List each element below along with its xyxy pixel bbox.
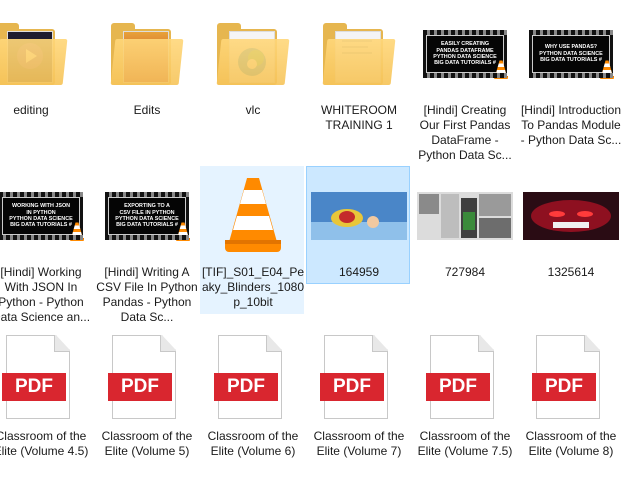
vlc-cone-icon [600,60,614,79]
folder-edits[interactable]: Edits [94,4,198,152]
image-file-item[interactable]: 164959 [306,166,410,284]
video-thumbnail: EASILY CREATING PANDAS DATAFRAME PYTHON … [415,7,515,101]
pdf-icon: PDF [97,333,197,425]
folder-icon [97,7,197,101]
item-label: editing [13,103,49,117]
image-thumbnail [309,169,409,263]
pdf-badge: PDF [2,373,66,401]
item-label: [Hindi] Writing A CSV File In Python Pan… [96,265,198,324]
thumb-text: BIG DATA TUTORIALS # [10,222,72,229]
item-label: 727984 [444,265,486,279]
folder-editing[interactable]: editing [0,4,82,152]
pdf-file-item[interactable]: PDF Classroom of the Elite (Volume 8) [518,330,622,478]
folder-icon [203,7,303,101]
item-label: WHITEROOM TRAINING 1 [321,103,397,132]
item-label: Classroom of the Elite (Volume 5) [101,429,193,458]
vlc-cone-icon [494,60,508,79]
video-thumbnail: EXPORTING TO A CSV FILE IN PYTHON PYTHON… [97,169,197,263]
vlc-cone-icon [203,169,303,263]
thumb-text: BIG DATA TUTORIALS # [116,222,178,229]
vlc-cone-icon [176,222,190,241]
video-file-item[interactable]: WHY USE PANDAS? PYTHON DATA SCIENCE BIG … [518,4,622,152]
image-file-item[interactable]: 727984 [412,166,516,284]
pdf-badge: PDF [532,373,596,401]
folder-whiteroom[interactable]: WHITEROOM TRAINING 1 [306,4,410,152]
pdf-file-item[interactable]: PDF Classroom of the Elite (Volume 7.5) [412,330,516,478]
pdf-file-item[interactable]: PDF Classroom of the Elite (Volume 5) [94,330,198,478]
folder-icon [0,7,81,101]
pdf-file-item[interactable]: PDF Classroom of the Elite (Volume 7) [306,330,410,478]
item-label: Classroom of the Elite (Volume 8) [525,429,617,458]
item-label: Classroom of the Elite (Volume 4.5) [0,429,89,458]
image-thumbnail [521,169,621,263]
pdf-file-item[interactable]: PDF Classroom of the Elite (Volume 6) [200,330,304,478]
video-file-item[interactable]: EXPORTING TO A CSV FILE IN PYTHON PYTHON… [94,166,198,324]
item-label: [Hindi] Introduction To Pandas Module - … [520,103,622,147]
video-file-item[interactable]: EASILY CREATING PANDAS DATAFRAME PYTHON … [412,4,516,162]
pdf-icon: PDF [203,333,303,425]
item-label: Classroom of the Elite (Volume 7) [313,429,405,458]
video-thumbnail: WHY USE PANDAS? PYTHON DATA SCIENCE BIG … [521,7,621,101]
item-label: Classroom of the Elite (Volume 6) [207,429,299,458]
item-label: Edits [133,103,161,117]
pdf-badge: PDF [320,373,384,401]
pdf-icon: PDF [521,333,621,425]
pdf-file-item[interactable]: PDF Classroom of the Elite (Volume 4.5) [0,330,92,478]
pdf-badge: PDF [426,373,490,401]
item-label: 164959 [338,265,380,279]
video-file-item[interactable]: WORKING WITH JSON IN PYTHON PYTHON DATA … [0,166,92,324]
pdf-icon: PDF [309,333,409,425]
image-thumbnail [415,169,515,263]
folder-vlc[interactable]: vlc [200,4,304,152]
thumb-text: BIG DATA TUTORIALS # [434,60,496,67]
pdf-badge: PDF [214,373,278,401]
item-label: vlc [245,103,261,117]
image-file-item[interactable]: 1325614 [518,166,622,284]
pdf-badge: PDF [108,373,172,401]
video-thumbnail: WORKING WITH JSON IN PYTHON PYTHON DATA … [0,169,91,263]
item-label: [TIF]_S01_E04_Peaky_Blinders_1080p_10bit [201,265,305,309]
thumb-text: BIG DATA TUTORIALS # [540,57,602,64]
item-label: [Hindi] Creating Our First Pandas DataFr… [418,103,512,162]
folder-icon [309,7,409,101]
vlc-cone-icon [70,222,84,241]
pdf-icon: PDF [0,333,91,425]
item-label: 1325614 [547,265,595,279]
tif-file-item[interactable]: [TIF]_S01_E04_Peaky_Blinders_1080p_10bit [200,166,304,314]
item-label: [Hindi] Working With JSON In Python - Py… [0,265,91,324]
item-label: Classroom of the Elite (Volume 7.5) [417,429,513,458]
pdf-icon: PDF [415,333,515,425]
